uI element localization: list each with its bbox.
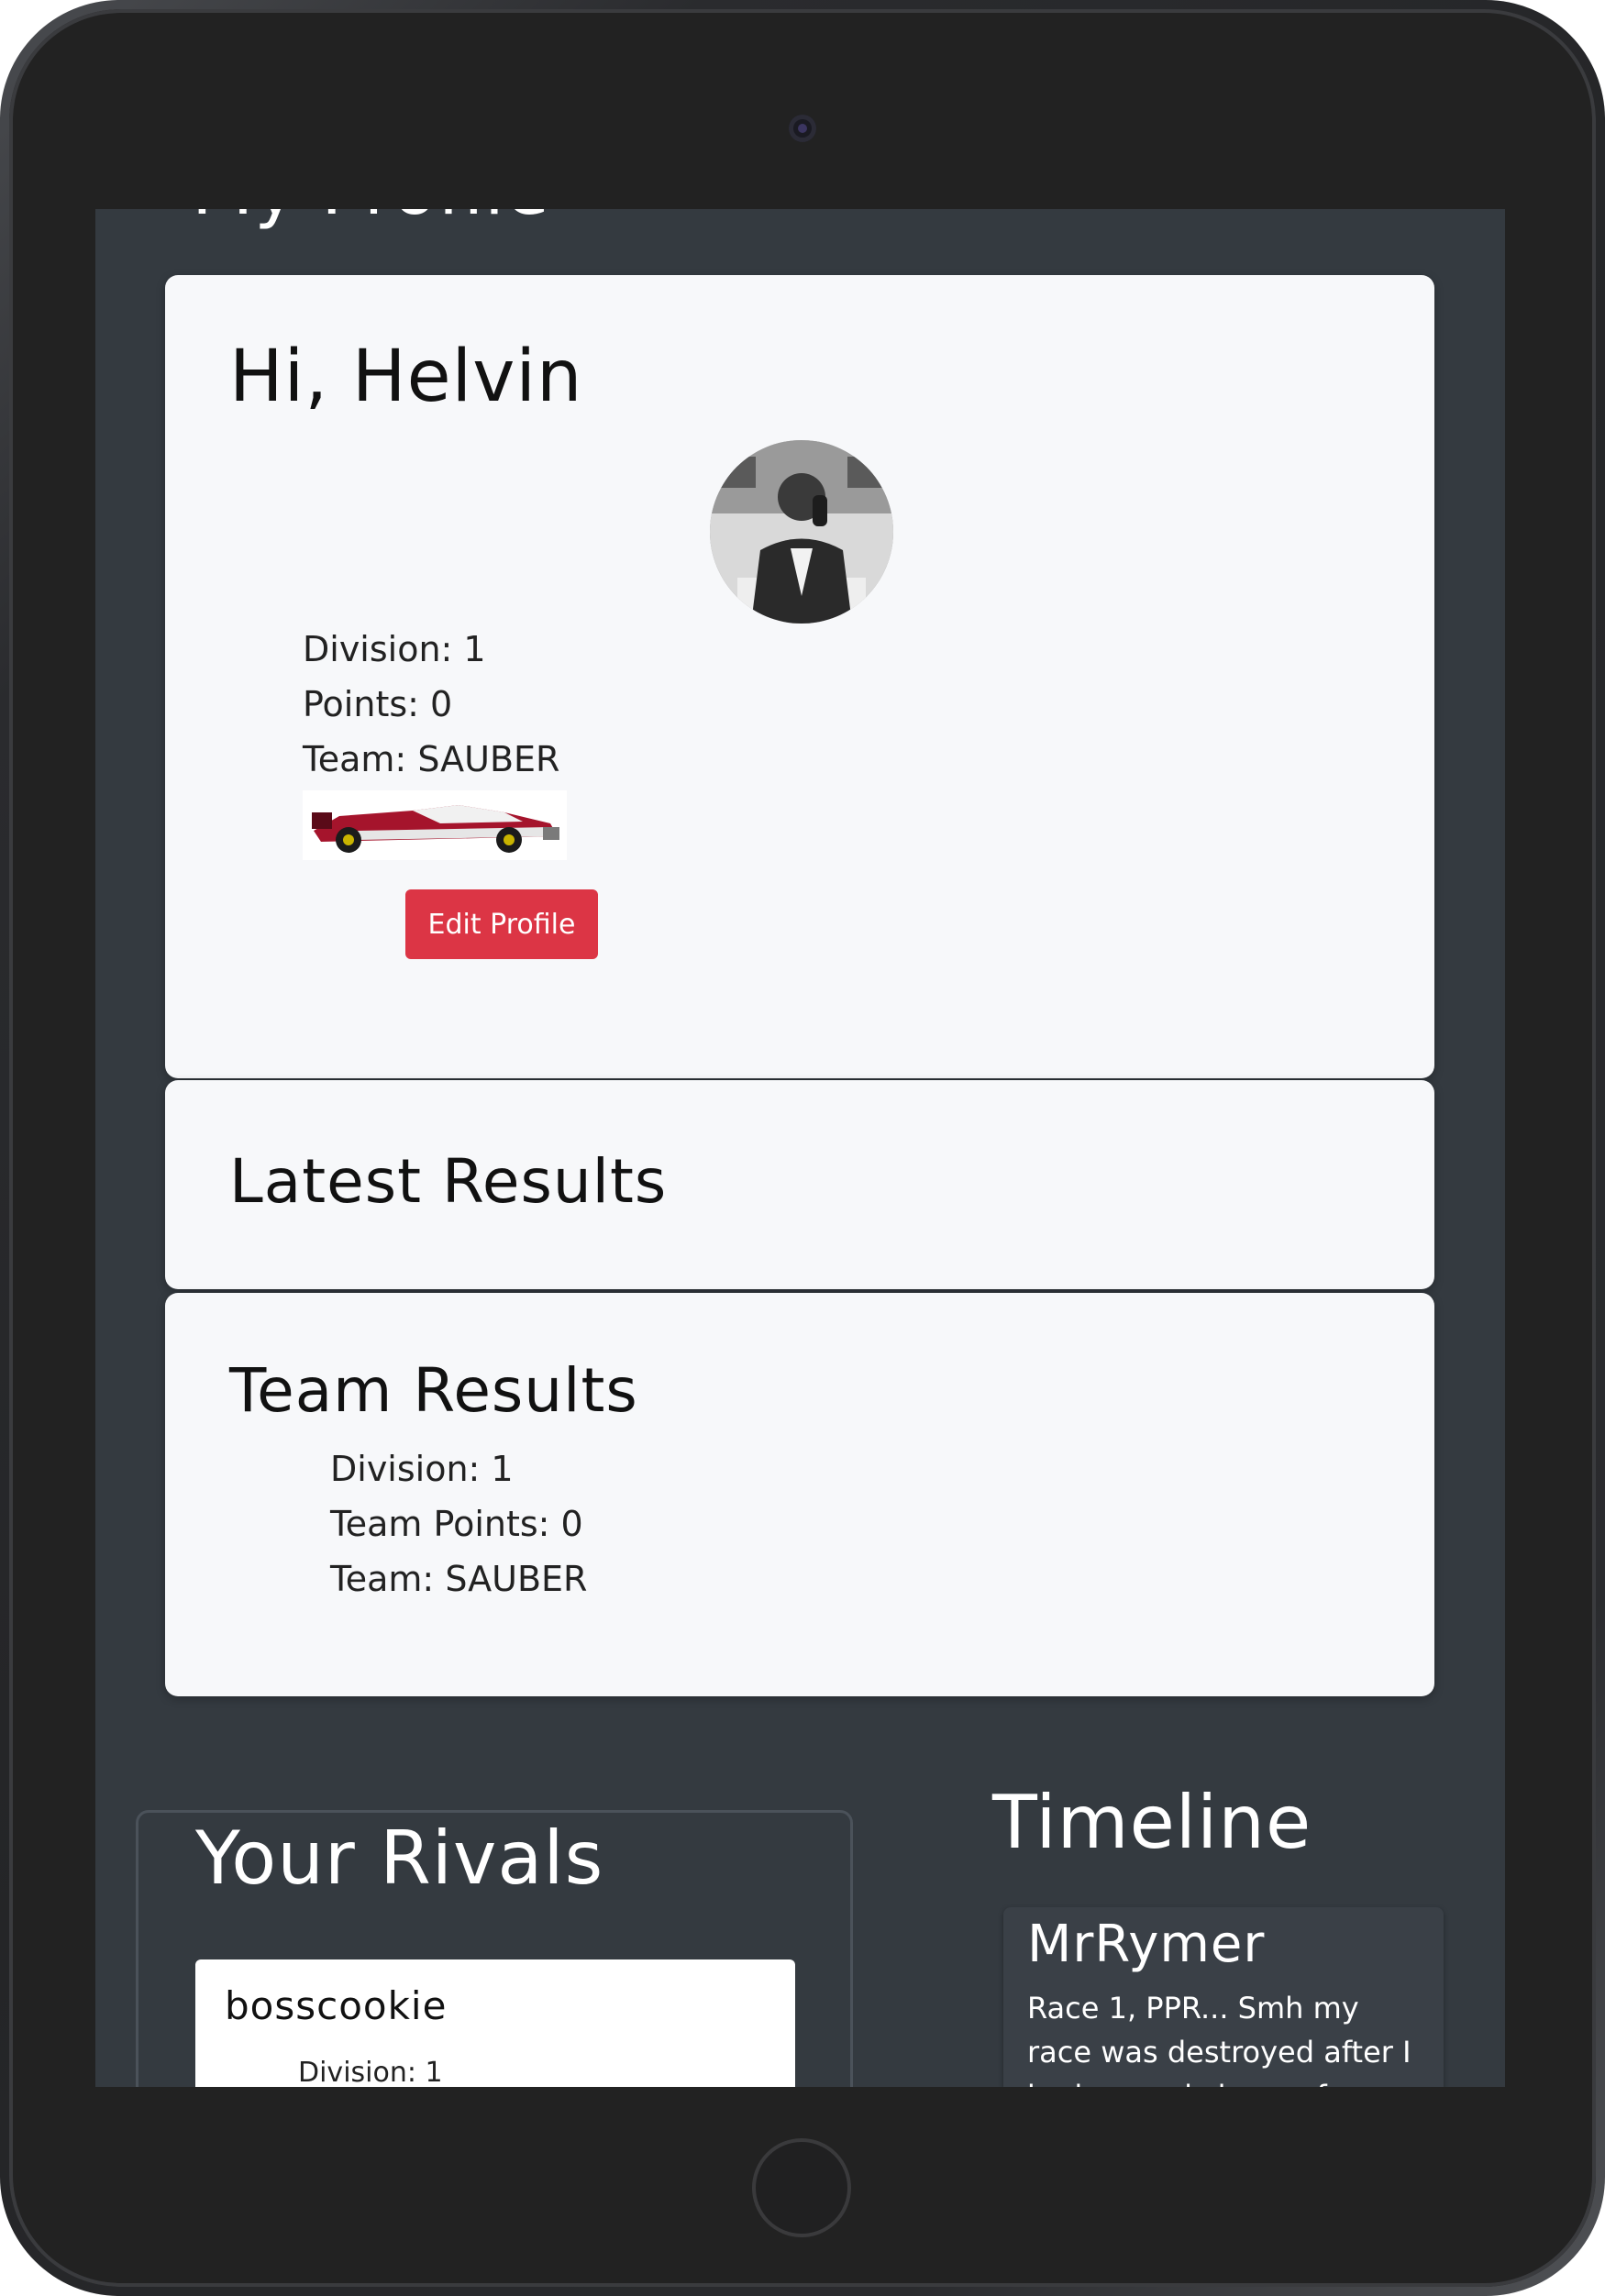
profile-division: Division: 1 bbox=[303, 629, 486, 669]
avatar bbox=[710, 440, 893, 624]
edit-profile-button[interactable]: Edit Profile bbox=[405, 889, 598, 959]
post-text: Race 1, PPR... Smh my race was destroyed… bbox=[1027, 1991, 1411, 2087]
team-name: Team: SAUBER bbox=[330, 1559, 588, 1599]
profile-card: Hi, Helvin Division: 1 Points: 0 Team: S… bbox=[165, 275, 1434, 1078]
team-stats: Division: 1 Team Points: 0 Team: SAUBER bbox=[330, 1441, 587, 1606]
tablet-frame: My Profile Hi, Helvin Division: 1 bbox=[0, 0, 1605, 2296]
latest-results-card: Latest Results bbox=[165, 1080, 1434, 1289]
page-title: My Profile bbox=[192, 209, 550, 226]
home-button[interactable] bbox=[752, 2138, 851, 2237]
rival-division: Division: 1 bbox=[298, 2057, 443, 2087]
team-results-card: Team Results Division: 1 Team Points: 0 … bbox=[165, 1293, 1434, 1696]
rivals-panel: Your Rivals bosscookie Division: 1 bbox=[136, 1810, 853, 2087]
screen[interactable]: My Profile Hi, Helvin Division: 1 bbox=[95, 209, 1505, 2087]
timeline-heading: Timeline bbox=[992, 1780, 1312, 1865]
car-illustration bbox=[303, 790, 567, 860]
rivals-heading: Your Rivals bbox=[195, 1816, 604, 1901]
team-results-heading: Team Results bbox=[229, 1355, 638, 1426]
team-division: Division: 1 bbox=[330, 1449, 514, 1489]
avatar-photo bbox=[710, 440, 893, 624]
team-car-image bbox=[303, 790, 567, 860]
latest-results-heading: Latest Results bbox=[229, 1146, 668, 1217]
post-author: MrRymer bbox=[1027, 1915, 1266, 1974]
greeting: Hi, Helvin bbox=[229, 336, 583, 418]
timeline-post[interactable]: MrRymer Race 1, PPR... Smh my race was d… bbox=[1003, 1907, 1444, 2087]
profile-team: Team: SAUBER bbox=[303, 739, 560, 779]
rival-card[interactable]: bosscookie Division: 1 bbox=[195, 1959, 795, 2087]
team-points: Team Points: 0 bbox=[330, 1504, 583, 1544]
profile-stats: Division: 1 Points: 0 Team: SAUBER bbox=[303, 622, 559, 787]
profile-points: Points: 0 bbox=[303, 684, 453, 724]
camera-icon bbox=[789, 115, 816, 142]
rival-name: bosscookie bbox=[225, 1983, 448, 2028]
